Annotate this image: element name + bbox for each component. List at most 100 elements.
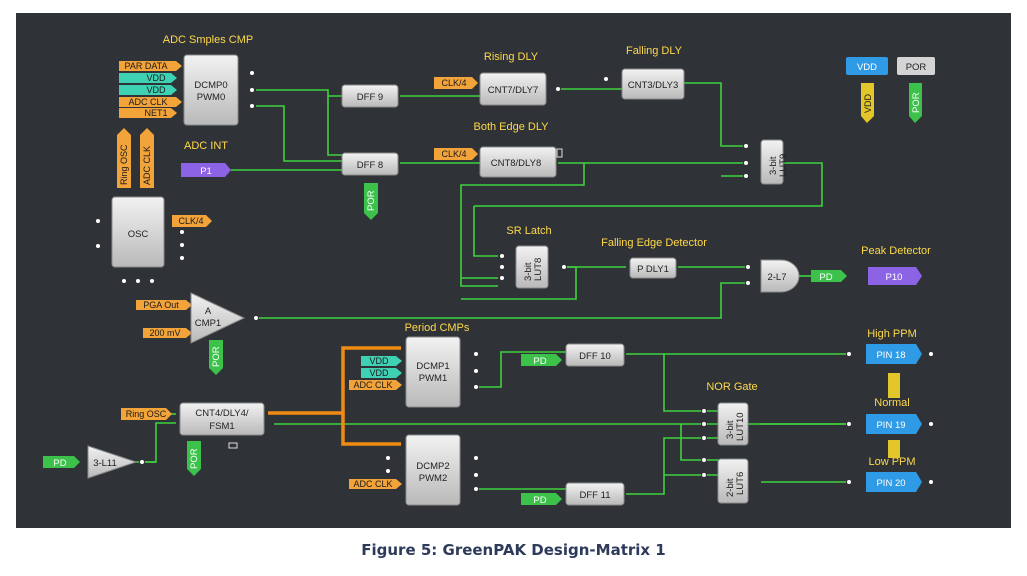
title-adc-cmp: ADC Smples CMP xyxy=(163,34,253,46)
block-cnt8[interactable]: CNT8/DLY8 xyxy=(479,146,563,178)
tag-ring-osc: Ring OSC xyxy=(119,144,129,185)
dcmp2-sub: PWM2 xyxy=(419,473,448,484)
block-osc[interactable]: OSC xyxy=(95,196,185,284)
block-lut6[interactable]: 2-bit LUT6 xyxy=(701,457,749,504)
block-dcmp1[interactable]: DCMP1 PWM1 xyxy=(405,336,479,408)
tag-200mv: 200 mV xyxy=(149,328,180,338)
peak-output: PD P10 xyxy=(811,267,922,285)
block-dff11[interactable]: PD DFF 11 xyxy=(521,482,625,506)
por-source-label: POR xyxy=(906,62,927,73)
title-period: Period CMPs xyxy=(405,322,470,334)
dcmp0-label: DCMP0 xyxy=(194,80,227,91)
block-dff8[interactable]: DFF 8 xyxy=(341,152,399,176)
block-and-gate[interactable]: 2-L7 xyxy=(745,259,800,293)
cnt3-label: CNT3/DLY3 xyxy=(628,80,679,91)
title-normal: Normal xyxy=(874,397,909,409)
tag-por: POR xyxy=(911,92,922,113)
title-sr-latch: SR Latch xyxy=(506,225,551,237)
lut6-sub: LUT6 xyxy=(735,472,746,495)
block-lut8[interactable]: 3-bit LUT8 xyxy=(499,245,567,289)
dff9-label: DFF 9 xyxy=(357,92,383,103)
cnt8-label: CNT8/DLY8 xyxy=(491,158,542,169)
figure-caption: Figure 5: GreenPAK Design-Matrix 1 xyxy=(361,541,666,559)
block-dff9[interactable]: DFF 9 xyxy=(341,84,399,108)
pdly1-label: P DLY1 xyxy=(637,264,669,275)
block-inverter[interactable]: PD 3-L11 xyxy=(43,445,145,479)
tag-pd: PD xyxy=(533,356,546,367)
dff10-label: DFF 10 xyxy=(579,351,611,362)
title-peak: Peak Detector xyxy=(861,245,931,257)
cnt7-label: CNT7/DLY7 xyxy=(488,85,539,96)
tag-clk4: CLK/4 xyxy=(441,149,466,159)
vdd-por-sources: VDD VDD POR POR xyxy=(846,57,935,123)
design-matrix-canvas: ADC Smples CMP Rising DLY Falling DLY Bo… xyxy=(16,13,1011,528)
cnt4-sub: FSM1 xyxy=(209,421,234,432)
tag-ring-osc: Ring OSC xyxy=(126,409,167,419)
dcmp0-sub: PWM0 xyxy=(197,92,226,103)
output-pins: PIN 18 PIN 19 PIN 20 xyxy=(846,344,934,492)
acmp1-label: A xyxy=(205,306,212,317)
lut8-sub: LUT8 xyxy=(533,258,544,281)
tag-pga-out: PGA Out xyxy=(143,300,179,310)
tag-clk4: CLK/4 xyxy=(178,216,203,226)
tag-pd: PD xyxy=(533,495,546,506)
block-dff10[interactable]: PD DFF 10 xyxy=(521,343,625,367)
lut10-sub: LUT10 xyxy=(735,412,746,441)
tag-net1: NET1 xyxy=(144,108,167,118)
title-adc-int: ADC INT xyxy=(184,140,228,152)
osc-label: OSC xyxy=(128,229,149,240)
dcmp1-sub: PWM1 xyxy=(419,373,448,384)
inverter-label: 3-L11 xyxy=(93,458,117,469)
pin20-label: PIN 20 xyxy=(876,478,905,489)
block-cnt3[interactable]: CNT3/DLY3 xyxy=(603,68,685,100)
dff8-label: DFF 8 xyxy=(357,160,383,171)
dff11-label: DFF 11 xyxy=(580,490,611,501)
tag-p10: P10 xyxy=(886,272,903,283)
tag-adc-clk: ADC CLK xyxy=(142,146,152,185)
block-acmp1[interactable]: A CMP1 POR xyxy=(190,292,259,375)
block-cnt4[interactable]: CNT4/DLY4/ FSM1 POR xyxy=(179,402,265,476)
dcmp1-label: DCMP1 xyxy=(416,361,449,372)
tag-por: POR xyxy=(211,346,222,367)
tag-vdd: VDD xyxy=(863,93,873,113)
tag-vdd: VDD xyxy=(146,73,166,83)
cnt4-input: Ring OSC xyxy=(121,408,172,420)
pin18-label: PIN 18 xyxy=(876,350,905,361)
block-dcmp0[interactable]: DCMP0 PWM0 xyxy=(183,54,255,126)
acmp1-sub: CMP1 xyxy=(195,318,221,329)
acmp-inputs: PGA Out 200 mV xyxy=(136,300,192,338)
tag-adc-clk: ADC CLK xyxy=(353,479,392,489)
pin19-label: PIN 19 xyxy=(876,420,905,431)
title-nor: NOR Gate xyxy=(706,381,757,393)
tag-vdd: VDD xyxy=(146,85,166,95)
title-high-ppm: High PPM xyxy=(867,328,917,340)
title-falling-edge: Falling Edge Detector xyxy=(601,237,707,249)
tag-vdd: VDD xyxy=(369,356,389,366)
and-label: 2-L7 xyxy=(767,272,786,283)
dcmp2-label: DCMP2 xyxy=(416,461,449,472)
tag-por: POR xyxy=(189,448,200,469)
block-pdly1[interactable]: P DLY1 xyxy=(629,257,677,279)
schematic: ADC Smples CMP Rising DLY Falling DLY Bo… xyxy=(43,34,935,506)
tag-vdd: VDD xyxy=(369,368,389,378)
osc-input-tags: Ring OSC ADC CLK xyxy=(117,128,154,188)
block-cnt7[interactable]: CNT7/DLY7 xyxy=(479,72,561,106)
title-rising: Rising DLY xyxy=(484,51,539,63)
tag-pd: PD xyxy=(819,272,832,283)
tag-adc-clk: ADC CLK xyxy=(128,97,167,107)
dcmp0-inputs: PAR DATA VDD VDD ADC CLK NET1 xyxy=(119,61,182,118)
lut9-sub: LUT9 xyxy=(778,154,789,177)
tag-adc-clk: ADC CLK xyxy=(353,380,392,390)
tag-par-data: PAR DATA xyxy=(124,61,167,71)
vdd-source-label: VDD xyxy=(857,62,877,73)
p1-input: P1 xyxy=(181,163,231,177)
title-falling: Falling DLY xyxy=(626,45,683,57)
por-tag-dff8: POR xyxy=(364,183,378,220)
tag-pd: PD xyxy=(53,458,66,469)
tag-por: POR xyxy=(366,190,377,211)
title-both: Both Edge DLY xyxy=(473,121,549,133)
block-lut9[interactable]: 3-bit LUT9 xyxy=(743,139,790,185)
dcmp1-inputs: VDD VDD ADC CLK xyxy=(349,356,402,390)
cnt4-label: CNT4/DLY4/ xyxy=(195,408,249,419)
tag-clk4: CLK/4 xyxy=(441,78,466,88)
